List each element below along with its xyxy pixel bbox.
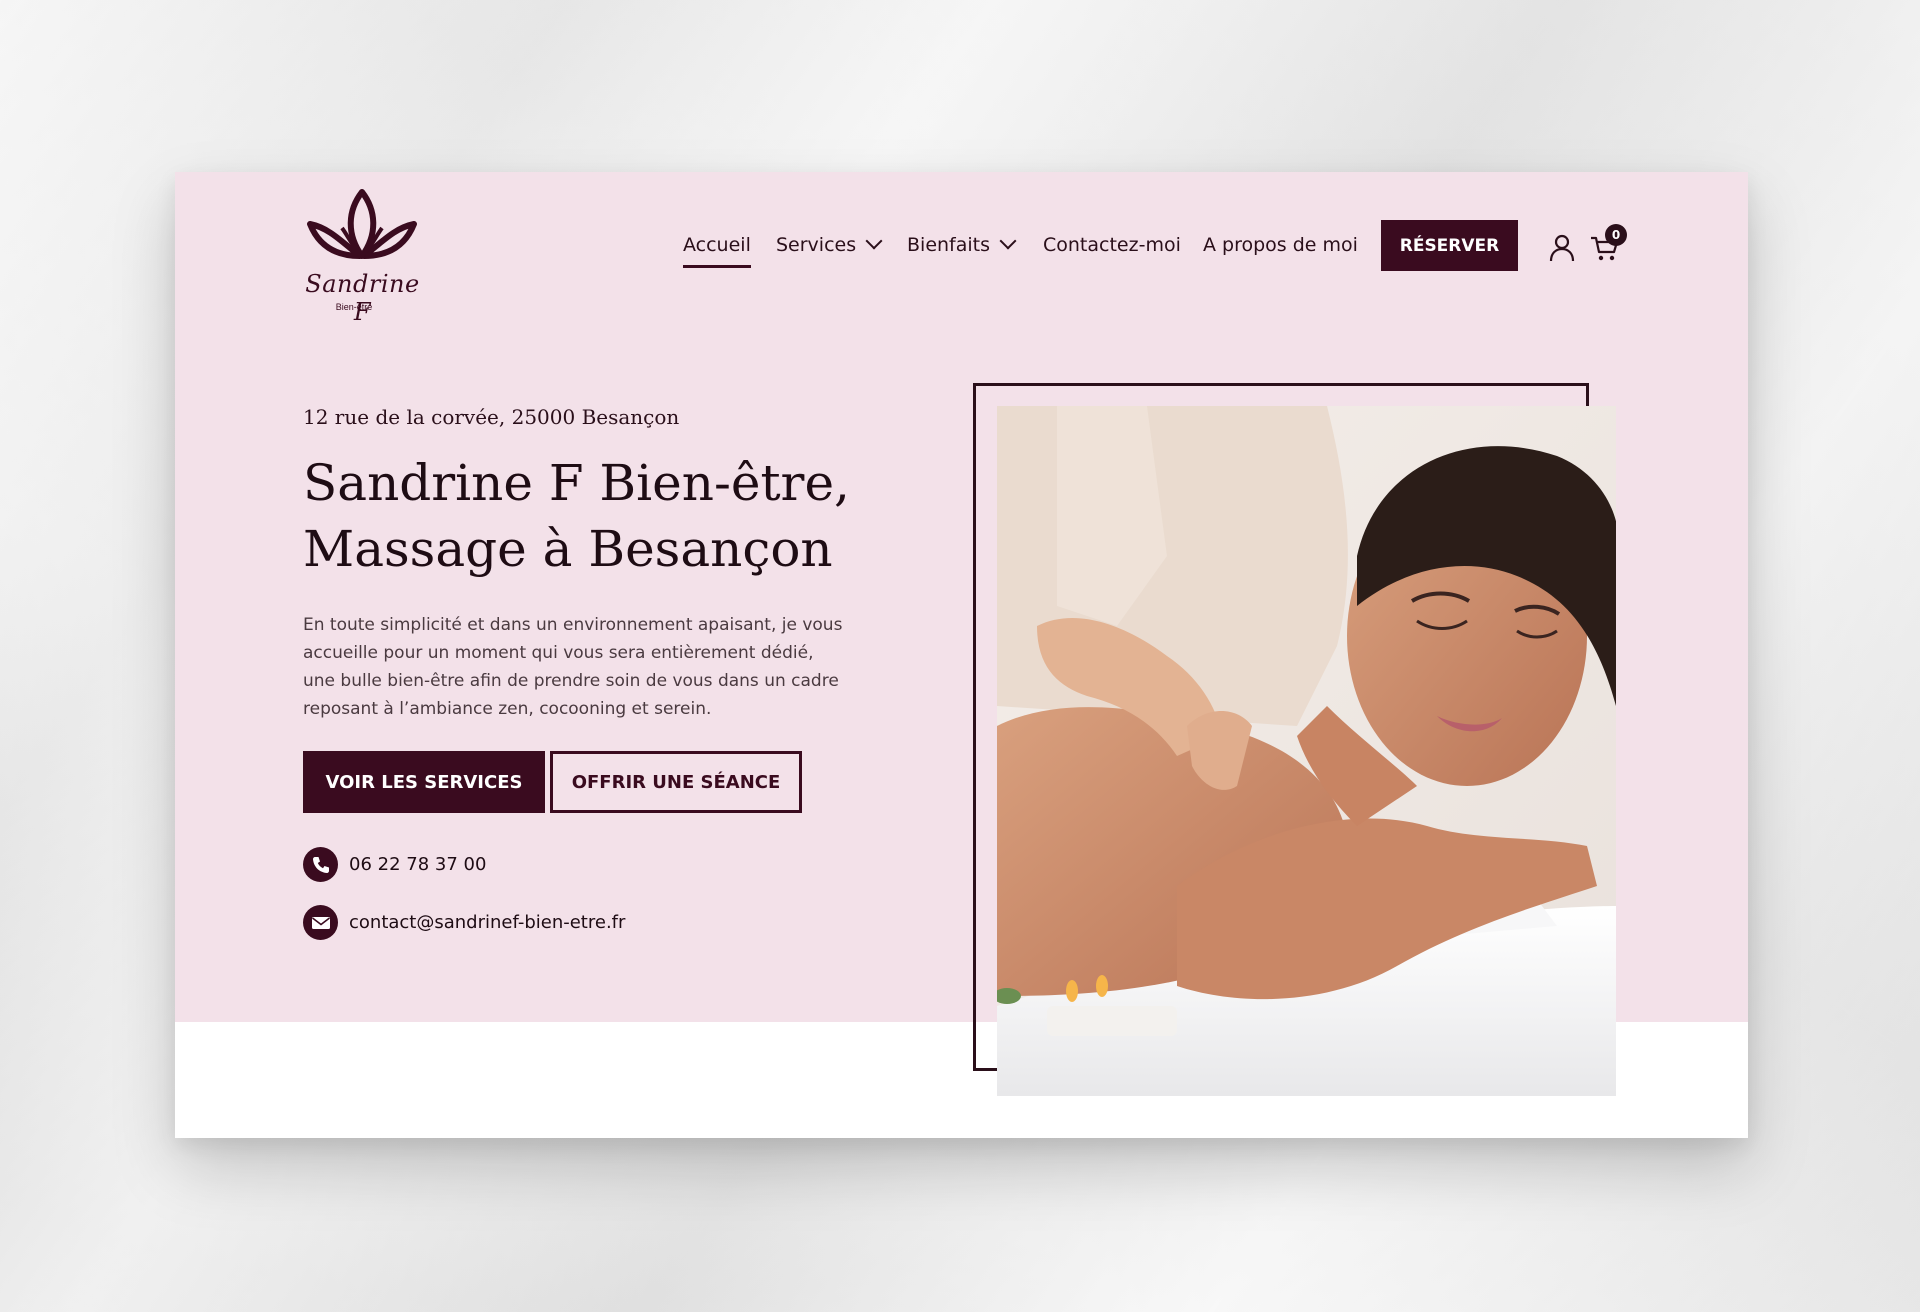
nav-item-label: A propos de moi xyxy=(1203,234,1358,256)
nav-item-bienfaits[interactable]: Bienfaits xyxy=(907,232,1017,256)
nav-item-label: Bienfaits xyxy=(907,234,991,256)
address: 12 rue de la corvée, 25000 Besançon xyxy=(303,405,680,429)
hero-description: En toute simplicité et dans un environne… xyxy=(303,615,843,719)
reserve-button[interactable]: RÉSERVER xyxy=(1381,220,1518,271)
massage-photo-illustration xyxy=(997,406,1616,1096)
nav-item-label: Contactez-moi xyxy=(1043,234,1181,256)
phone-icon xyxy=(303,847,338,882)
view-services-button[interactable]: VOIR LES SERVICES xyxy=(303,751,545,813)
logo[interactable]: Sandrine F Bien-être xyxy=(300,184,425,326)
nav-item-contactez-moi[interactable]: Contactez-moi xyxy=(1043,234,1181,256)
phone-contact[interactable]: 06 22 78 37 00 xyxy=(303,847,486,882)
logo-tagline: Bien-être xyxy=(335,302,373,312)
nav-item-a-propos[interactable]: A propos de moi xyxy=(1203,234,1358,256)
lotus-icon xyxy=(307,189,417,259)
email-contact[interactable]: contact@sandrinef-bien-etre.fr xyxy=(303,905,625,940)
cart-count-badge: 0 xyxy=(1605,224,1627,246)
hero-photo xyxy=(997,406,1616,1096)
nav-item-services[interactable]: Services xyxy=(776,232,883,256)
phone-number: 06 22 78 37 00 xyxy=(349,854,487,875)
title-line-2: Massage à Besançon xyxy=(303,520,833,578)
mail-icon xyxy=(303,905,338,940)
nav-item-label: Services xyxy=(776,234,857,256)
chevron-down-icon xyxy=(865,232,883,250)
website-screenshot: Sandrine F Bien-être Accueil Services Bi… xyxy=(175,172,1748,1138)
chevron-down-icon xyxy=(999,232,1017,250)
page-title: Sandrine F Bien-être, Massage à Besançon xyxy=(303,450,863,582)
offer-session-button[interactable]: OFFRIR UNE SÉANCE xyxy=(550,751,802,813)
title-line-1: Sandrine F Bien-être, xyxy=(303,454,850,512)
email-address: contact@sandrinef-bien-etre.fr xyxy=(349,912,626,933)
nav-item-accueil[interactable]: Accueil xyxy=(683,234,751,268)
user-icon[interactable] xyxy=(1549,234,1575,262)
nav-item-label: Accueil xyxy=(683,234,751,256)
logo-name: Sandrine F xyxy=(305,270,420,326)
